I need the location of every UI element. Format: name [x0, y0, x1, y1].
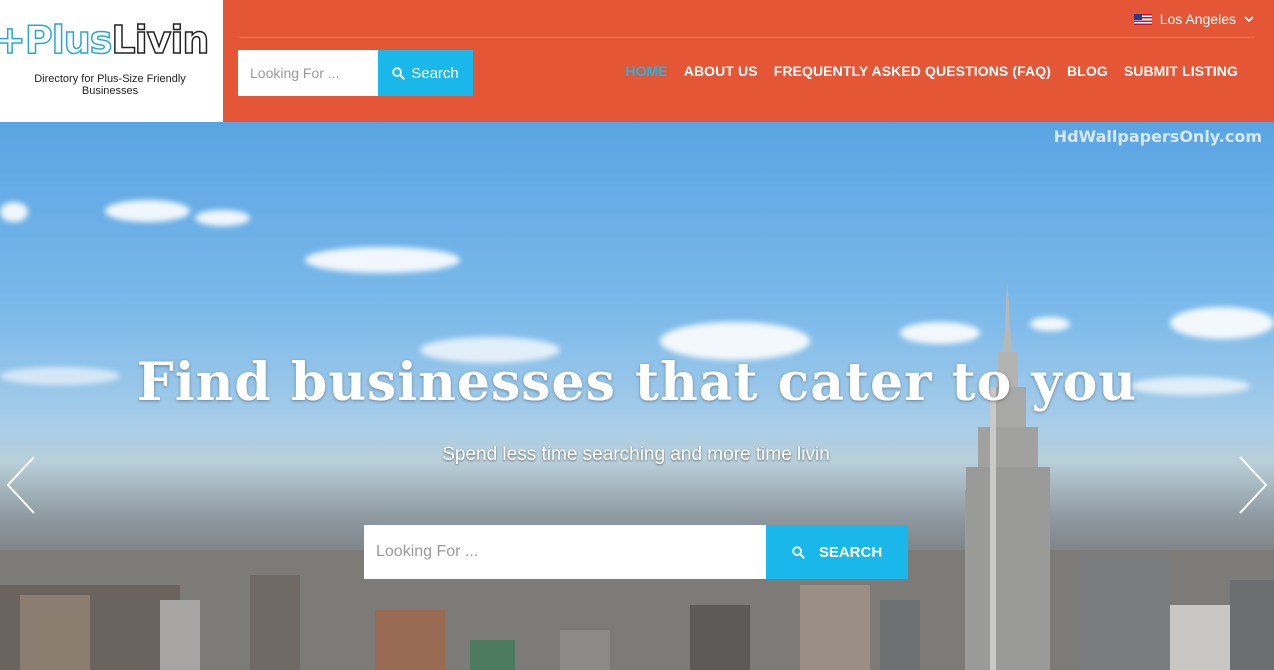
cloud [1170, 307, 1274, 339]
location-selector[interactable]: Los Angeles [1133, 11, 1254, 27]
nav-item-about-us[interactable]: ABOUT US [684, 63, 758, 79]
hero-search-button[interactable]: SEARCH [766, 525, 908, 579]
hero-slider: HdWallpapersOnly.com Find businesses tha… [0, 122, 1274, 670]
location-label: Los Angeles [1159, 11, 1236, 27]
main-nav: HOME ABOUT US FREQUENTLY ASKED QUESTIONS… [625, 63, 1238, 79]
cloud [305, 247, 460, 273]
us-flag-icon [1133, 13, 1152, 25]
logo-plus-text: +Plus [0, 17, 113, 63]
empire-state-building [966, 282, 1050, 670]
nav-item-blog[interactable]: BLOG [1067, 63, 1108, 79]
image-watermark: HdWallpapersOnly.com [1053, 127, 1262, 146]
logo-tagline: Directory for Plus-Size Friendly Busines… [34, 73, 186, 97]
search-icon [792, 545, 805, 559]
hero-title: Find businesses that cater to you [136, 352, 1138, 413]
header-search: Search [238, 50, 473, 96]
hero-search: SEARCH [364, 525, 908, 579]
logo-wordmark: +PlusLivin [0, 17, 211, 63]
nav-item-home[interactable]: HOME [625, 63, 667, 79]
chevron-down-icon [1244, 15, 1254, 22]
hero-subtitle: Spend less time searching and more time … [442, 444, 830, 465]
cloud [105, 200, 190, 222]
header-search-button[interactable]: Search [378, 50, 473, 96]
hero-search-input[interactable] [364, 525, 766, 579]
slider-prev-arrow[interactable] [2, 455, 42, 515]
nav-item-submit-listing[interactable]: SUBMIT LISTING [1124, 63, 1238, 79]
header-search-input[interactable] [238, 50, 378, 96]
cloud [0, 202, 28, 222]
header-divider [238, 37, 1254, 38]
nav-item-faq[interactable]: FREQUENTLY ASKED QUESTIONS (FAQ) [774, 63, 1051, 79]
slider-next-arrow[interactable] [1232, 455, 1272, 515]
search-icon [392, 66, 405, 80]
header-search-label: Search [411, 64, 459, 82]
logo[interactable]: +PlusLivin Directory for Plus-Size Frien… [0, 0, 223, 122]
site-header: +PlusLivin Directory for Plus-Size Frien… [0, 0, 1274, 122]
cloud [195, 210, 250, 226]
city-skyline [0, 490, 1274, 670]
hero-search-label: SEARCH [818, 543, 883, 561]
logo-livin-text: Livin [111, 17, 211, 63]
